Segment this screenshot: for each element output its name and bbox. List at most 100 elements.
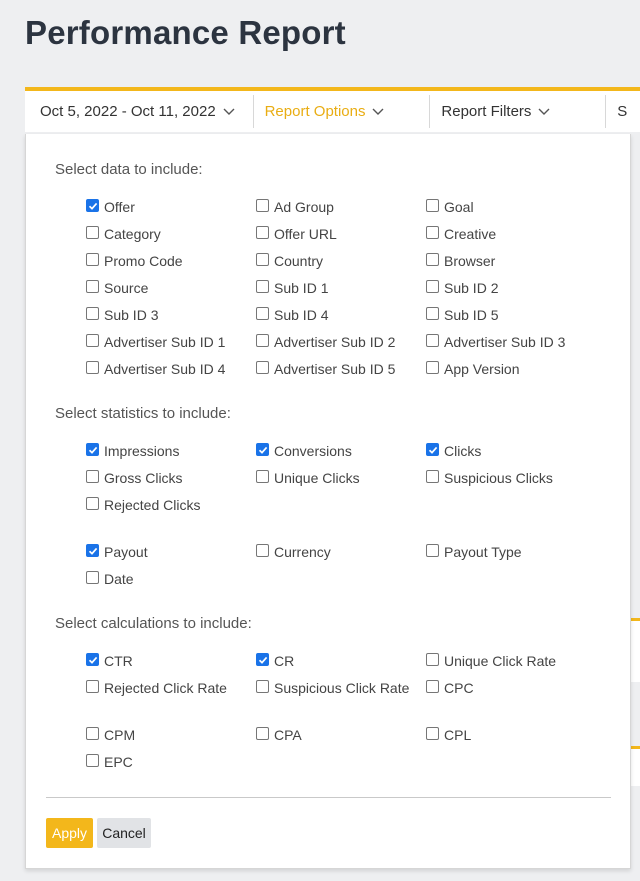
checkbox[interactable] — [426, 680, 439, 693]
checkmark-icon — [428, 446, 437, 454]
checkbox[interactable] — [86, 226, 99, 239]
option-clicks[interactable]: Clicks — [426, 441, 481, 461]
option-rejected-click-rate[interactable]: Rejected Click Rate — [86, 678, 227, 698]
option-ad-group[interactable]: Ad Group — [256, 197, 334, 217]
option-advertiser-sub-id-4[interactable]: Advertiser Sub ID 4 — [86, 359, 225, 379]
checkbox-checked[interactable] — [256, 653, 269, 666]
checkbox[interactable] — [86, 571, 99, 584]
report-filters-label: Report Filters — [441, 103, 532, 120]
option-goal[interactable]: Goal — [426, 197, 474, 217]
option-impressions[interactable]: Impressions — [86, 441, 179, 461]
checkbox[interactable] — [86, 307, 99, 320]
checkbox[interactable] — [256, 470, 269, 483]
checkbox[interactable] — [256, 361, 269, 374]
checkbox[interactable] — [256, 727, 269, 740]
checkbox-checked[interactable] — [86, 199, 99, 212]
checkbox[interactable] — [426, 334, 439, 347]
report-options-dropdown[interactable]: Report Options — [254, 95, 431, 128]
option-label: Unique Click Rate — [444, 653, 557, 669]
checkbox[interactable] — [86, 470, 99, 483]
checkbox-checked[interactable] — [86, 653, 99, 666]
option-payout-type[interactable]: Payout Type — [426, 542, 522, 562]
option-sub-id-2[interactable]: Sub ID 2 — [426, 278, 498, 298]
checkbox[interactable] — [256, 334, 269, 347]
option-advertiser-sub-id-1[interactable]: Advertiser Sub ID 1 — [86, 332, 225, 352]
option-label: CR — [274, 653, 295, 669]
report-filters-dropdown[interactable]: Report Filters — [430, 95, 607, 128]
option-sub-id-1[interactable]: Sub ID 1 — [256, 278, 328, 298]
checkbox[interactable] — [426, 253, 439, 266]
option-cr[interactable]: CR — [256, 651, 294, 671]
option-source[interactable]: Source — [86, 278, 148, 298]
data-section-title: Select data to include: — [55, 161, 203, 178]
option-gross-clicks[interactable]: Gross Clicks — [86, 468, 183, 488]
checkbox[interactable] — [426, 470, 439, 483]
apply-button[interactable]: Apply — [46, 818, 93, 848]
checkbox[interactable] — [256, 226, 269, 239]
option-suspicious-click-rate[interactable]: Suspicious Click Rate — [256, 678, 414, 698]
checkbox[interactable] — [86, 334, 99, 347]
option-label: CPM — [104, 727, 136, 743]
checkbox[interactable] — [426, 361, 439, 374]
option-sub-id-3[interactable]: Sub ID 3 — [86, 305, 158, 325]
option-label: Creative — [444, 226, 497, 242]
option-sub-id-4[interactable]: Sub ID 4 — [256, 305, 328, 325]
option-suspicious-clicks[interactable]: Suspicious Clicks — [426, 468, 553, 488]
checkbox[interactable] — [256, 307, 269, 320]
checkbox[interactable] — [426, 727, 439, 740]
option-browser[interactable]: Browser — [426, 251, 495, 271]
divider — [46, 797, 611, 798]
option-date[interactable]: Date — [86, 569, 134, 589]
option-offer-url[interactable]: Offer URL — [256, 224, 337, 244]
option-ctr[interactable]: CTR — [86, 651, 133, 671]
checkbox[interactable] — [426, 544, 439, 557]
checkbox[interactable] — [256, 253, 269, 266]
option-country[interactable]: Country — [256, 251, 323, 271]
checkbox[interactable] — [86, 497, 99, 510]
checkbox[interactable] — [86, 280, 99, 293]
checkbox[interactable] — [86, 754, 99, 767]
chevron-down-icon — [538, 108, 550, 115]
option-cpm[interactable]: CPM — [86, 725, 135, 745]
cancel-button[interactable]: Cancel — [97, 818, 151, 848]
option-cpc[interactable]: CPC — [426, 678, 474, 698]
checkbox[interactable] — [256, 199, 269, 212]
checkbox[interactable] — [86, 361, 99, 374]
option-advertiser-sub-id-3[interactable]: Advertiser Sub ID 3 — [426, 332, 565, 352]
option-advertiser-sub-id-2[interactable]: Advertiser Sub ID 2 — [256, 332, 395, 352]
checkbox[interactable] — [86, 253, 99, 266]
checkbox[interactable] — [256, 680, 269, 693]
date-range-dropdown[interactable]: Oct 5, 2022 - Oct 11, 2022 — [25, 95, 254, 128]
checkbox[interactable] — [86, 680, 99, 693]
option-epc[interactable]: EPC — [86, 752, 133, 772]
option-promo-code[interactable]: Promo Code — [86, 251, 183, 271]
option-payout[interactable]: Payout — [86, 542, 148, 562]
option-creative[interactable]: Creative — [426, 224, 496, 244]
checkbox[interactable] — [426, 199, 439, 212]
option-cpa[interactable]: CPA — [256, 725, 302, 745]
option-cpl[interactable]: CPL — [426, 725, 471, 745]
toolbar-extra-dropdown[interactable]: S — [606, 95, 640, 128]
checkbox[interactable] — [426, 653, 439, 666]
option-category[interactable]: Category — [86, 224, 161, 244]
option-rejected-clicks[interactable]: Rejected Clicks — [86, 495, 200, 515]
report-options-label: Report Options — [264, 103, 366, 120]
option-conversions[interactable]: Conversions — [256, 441, 352, 461]
checkbox[interactable] — [256, 280, 269, 293]
option-unique-click-rate[interactable]: Unique Click Rate — [426, 651, 556, 671]
checkbox[interactable] — [426, 226, 439, 239]
checkbox[interactable] — [256, 544, 269, 557]
option-app-version[interactable]: App Version — [426, 359, 520, 379]
checkbox-checked[interactable] — [256, 443, 269, 456]
checkbox-checked[interactable] — [426, 443, 439, 456]
checkbox[interactable] — [86, 727, 99, 740]
option-currency[interactable]: Currency — [256, 542, 331, 562]
checkbox[interactable] — [426, 280, 439, 293]
option-unique-clicks[interactable]: Unique Clicks — [256, 468, 360, 488]
checkbox[interactable] — [426, 307, 439, 320]
option-advertiser-sub-id-5[interactable]: Advertiser Sub ID 5 — [256, 359, 395, 379]
option-sub-id-5[interactable]: Sub ID 5 — [426, 305, 498, 325]
option-offer[interactable]: Offer — [86, 197, 135, 217]
checkbox-checked[interactable] — [86, 544, 99, 557]
checkbox-checked[interactable] — [86, 443, 99, 456]
